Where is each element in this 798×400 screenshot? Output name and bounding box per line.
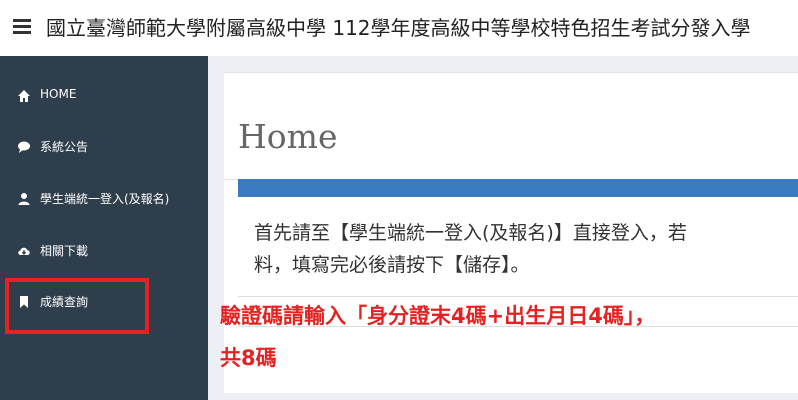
home-icon [18, 90, 30, 102]
sidebar: HOME 系統公告 學生端統一登入(及報名) 相關下載 成績查詢 [0, 56, 208, 400]
page-title: Home [238, 117, 338, 156]
panel-header-bar [238, 179, 798, 197]
annotation-line: 驗證碼請輸入「身分證末4碼+出生月日4碼」， [220, 304, 656, 328]
top-header-bar: 國立臺灣師範大學附屬高級中學 112學年度高級中等學校特色招生考試分發入學 [0, 0, 798, 56]
sidebar-item-downloads[interactable]: 相關下載 [0, 231, 208, 271]
notice-line: 料，填寫完必後請按下【儲存】。 [254, 254, 530, 276]
menu-toggle-icon[interactable] [13, 19, 31, 35]
cloud-download-icon [18, 247, 30, 256]
login-notice: 首先請至【學生端統一登入(及報名)】直接登入，若 料，填寫完必後請按下【儲存】。 [254, 217, 798, 281]
sidebar-item-label: 學生端統一登入(及報名) [40, 192, 170, 206]
annotation-text: 驗證碼請輸入「身分證末4碼+出生月日4碼」， 共8碼 [220, 295, 655, 379]
annotation-line: 共8碼 [220, 346, 277, 370]
highlight-box [5, 278, 149, 334]
sidebar-item-label: 相關下載 [40, 244, 89, 258]
notice-line: 首先請至【學生端統一登入(及報名)】直接登入，若 [254, 222, 687, 244]
sidebar-item-label: HOME [40, 87, 77, 101]
sidebar-item-label: 系統公告 [40, 140, 89, 154]
site-title: 國立臺灣師範大學附屬高級中學 112學年度高級中等學校特色招生考試分發入學 [46, 16, 751, 40]
sidebar-item-student-login[interactable]: 學生端統一登入(及報名) [0, 179, 208, 219]
comment-icon [18, 141, 30, 153]
sidebar-item-announcements[interactable]: 系統公告 [0, 127, 208, 167]
user-icon [18, 193, 30, 205]
sidebar-item-home[interactable]: HOME [0, 76, 208, 116]
